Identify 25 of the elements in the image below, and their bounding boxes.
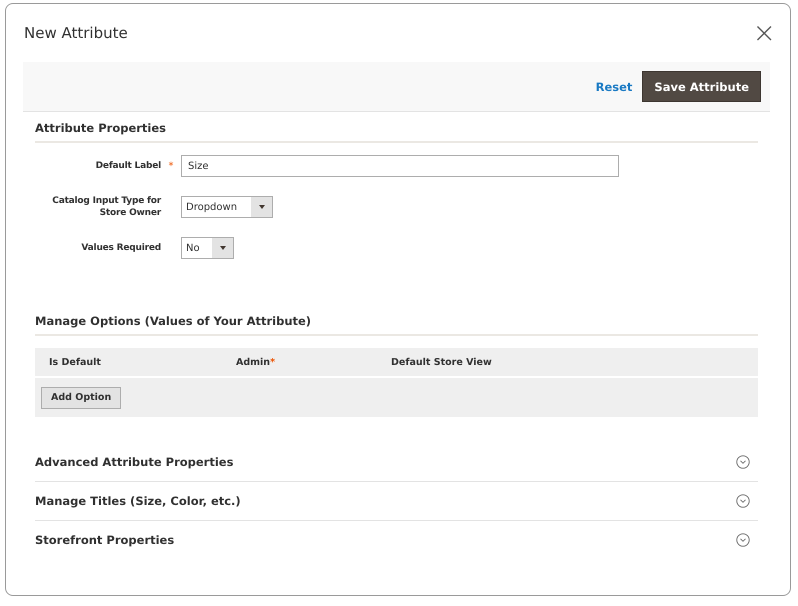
chevron-down-icon[interactable] xyxy=(736,494,750,508)
section-title[interactable]: Advanced Attribute Properties xyxy=(35,454,234,468)
dropdown-field[interactable]: No xyxy=(181,237,234,259)
chevron-down-icon[interactable] xyxy=(736,532,750,546)
field-label: Default Label xyxy=(94,160,161,172)
chevron-down-icon[interactable] xyxy=(736,454,750,468)
add-option-button[interactable]: Add Option xyxy=(41,386,122,408)
column-header: Is Default xyxy=(49,356,102,368)
window-title: New Attribute xyxy=(24,24,128,42)
dropdown-field[interactable]: Dropdown xyxy=(181,196,273,218)
column-header: Default Store View xyxy=(391,356,493,368)
default-label-field[interactable]: Size xyxy=(181,155,619,177)
section-title[interactable]: Manage Titles (Size, Color, etc.) xyxy=(35,494,241,508)
column-header: Admin* xyxy=(236,356,276,368)
section-title[interactable]: Storefront Properties xyxy=(35,532,174,546)
caret-icon xyxy=(258,205,264,209)
field-label: Values Required xyxy=(80,242,161,254)
required-mark: * xyxy=(168,160,174,172)
caret-icon xyxy=(220,246,226,250)
section-title: Attribute Properties xyxy=(35,112,758,143)
close-button[interactable]: × xyxy=(752,19,776,47)
save-button[interactable]: Save Attribute xyxy=(642,71,761,102)
field-label: Catalog Input Type for Store Owner xyxy=(51,195,161,219)
section-title: Manage Options (Values of Your Attribute) xyxy=(35,305,758,336)
reset-link[interactable]: Reset xyxy=(596,80,632,94)
